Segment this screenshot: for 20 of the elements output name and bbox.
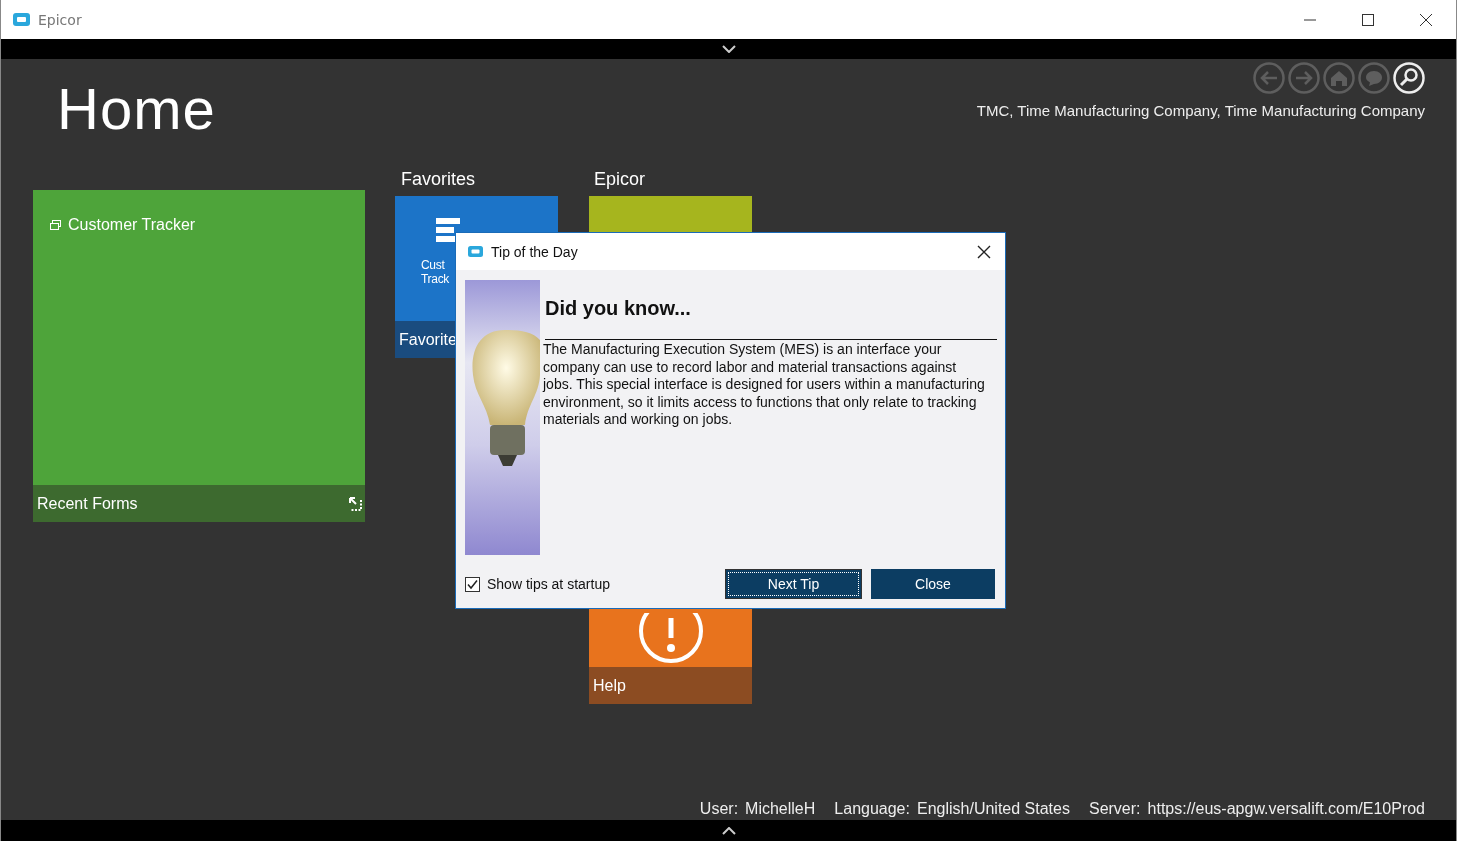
checkbox-label: Show tips at startup <box>487 576 610 592</box>
tip-text: The Manufacturing Execution System (MES) is an interface your company can use to record labor and material transactions against jobs. This special interface is designed for users within a manufacturing environment, so it limits access to functions that only relate to tracking materials and working on jobs. <box>543 340 986 429</box>
status-value: MichelleH <box>745 800 816 818</box>
tip-heading: Did you know... <box>545 297 997 340</box>
tile-text: Track <box>421 272 450 286</box>
tile-text: Cust <box>421 258 446 272</box>
group-title: Epicor <box>594 169 647 190</box>
status-value: https://eus-apgw.versalift.com/E10Prod <box>1147 800 1425 818</box>
status-label: Server: <box>1088 800 1141 818</box>
company-name: TMC, Time Manufacturing Company, Time Manufacturing Company <box>976 102 1425 119</box>
status-value: English/United States <box>916 800 1070 818</box>
status-label: User: <box>699 800 739 818</box>
status-label: Language: <box>834 800 910 818</box>
group-title: Favorites <box>401 169 477 190</box>
tile-label: Recent Forms <box>37 494 138 513</box>
page-title: Home <box>57 75 216 142</box>
window-title: Epicor <box>38 11 82 28</box>
tile-label: Favorite <box>399 330 457 349</box>
tile-label: Help <box>593 676 626 695</box>
dialog-title: Tip of the Day <box>491 243 578 260</box>
